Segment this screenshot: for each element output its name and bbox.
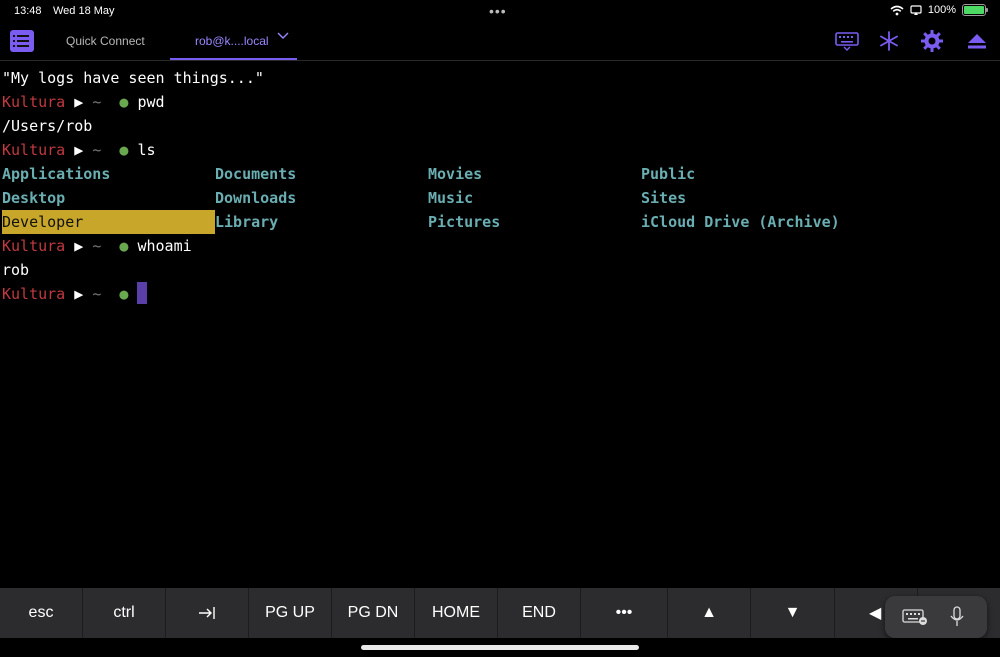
output-line: /Users/rob [2, 117, 93, 135]
directory-entry: Library [215, 213, 279, 231]
ls-output-row: Developer Library Pictures iCloud Drive … [2, 210, 854, 234]
home-label: HOME [432, 604, 480, 621]
directory-entry: Sites [641, 189, 687, 207]
prompt-host: Kultura [2, 285, 66, 303]
prompt-host: Kultura [2, 237, 66, 255]
end-label: END [522, 604, 556, 621]
tab-session-label: rob@k....local [195, 34, 269, 48]
eject-icon[interactable] [964, 29, 990, 53]
chevron-down-icon[interactable] [277, 31, 289, 43]
prompt-arrow-icon: ▶ [74, 93, 84, 111]
tab-icon [199, 607, 215, 619]
directory-entry: Downloads [215, 189, 297, 207]
output-line: rob [2, 261, 30, 279]
page-down-key[interactable]: PG DN [332, 588, 415, 638]
arrow-down-key[interactable]: ▼ [751, 588, 835, 638]
asterisk-icon[interactable] [876, 29, 902, 53]
microphone-icon[interactable] [949, 606, 965, 628]
tab-key[interactable] [166, 588, 249, 638]
command-text: whoami [137, 237, 192, 255]
directory-entry: Public [641, 165, 696, 183]
status-time: 13:48 [14, 5, 42, 17]
page-down-label: PG DN [347, 604, 399, 621]
home-indicator[interactable] [361, 645, 639, 650]
keyboard-shortcut-popover [885, 596, 987, 638]
more-keys-button[interactable]: ••• [581, 588, 668, 638]
keyboard-dismiss-icon[interactable] [902, 608, 928, 626]
text-cursor [137, 282, 148, 304]
prompt-host: Kultura [2, 141, 66, 159]
multitasking-dots-icon[interactable]: ••• [489, 3, 507, 19]
terminal-view[interactable]: "My logs have seen things..." Kultura ▶ … [2, 66, 854, 306]
top-toolbar: Quick Connect rob@k....local [0, 22, 1000, 61]
prompt-line: Kultura ▶ ~ ● pwd [2, 90, 854, 114]
status-bar: 13:48 Wed 18 May ••• 100% [0, 0, 1000, 22]
directory-entry: Desktop [2, 189, 66, 207]
prompt-host: Kultura [2, 93, 66, 111]
end-key[interactable]: END [498, 588, 581, 638]
prompt-dot-icon: ● [119, 285, 129, 303]
keyboard-icon[interactable] [834, 29, 860, 53]
prompt-line: Kultura ▶ ~ ● whoami [2, 234, 854, 258]
prompt-path: ~ [92, 285, 102, 303]
ls-output-row: Applications Documents Movies Public [2, 162, 854, 186]
directory-entry: Pictures [428, 213, 501, 231]
page-up-label: PG UP [265, 604, 315, 621]
wifi-icon [890, 5, 904, 15]
arrow-up-key[interactable]: ▲ [668, 588, 751, 638]
status-right: 100% [890, 4, 988, 16]
directory-entry: Music [428, 189, 474, 207]
battery-percent: 100% [927, 4, 956, 16]
prompt-path: ~ [92, 141, 102, 159]
command-text: pwd [137, 93, 165, 111]
battery-icon [962, 4, 988, 16]
battery-fill [964, 6, 984, 14]
screen-mirroring-icon [910, 4, 922, 15]
prompt-path: ~ [92, 93, 102, 111]
directory-entry: Applications [2, 165, 111, 183]
active-prompt-line[interactable]: Kultura ▶ ~ ● [2, 282, 854, 306]
status-date: Wed 18 May [53, 5, 115, 17]
directory-entry-label: Developer [2, 210, 215, 234]
command-text: ls [137, 141, 156, 159]
page-up-key[interactable]: PG UP [249, 588, 332, 638]
directory-entry: Documents [215, 165, 297, 183]
motd-line: "My logs have seen things..." [2, 69, 264, 87]
gear-icon[interactable] [919, 29, 945, 53]
extra-keys-bar: esc ctrl PG UP PG DN HOME END ••• ▲ ▼ ◀ [0, 588, 1000, 638]
directory-entry: iCloud Drive (Archive) [641, 213, 840, 231]
prompt-line: Kultura ▶ ~ ● ls [2, 138, 854, 162]
menu-icon[interactable] [10, 30, 34, 52]
directory-entry: Movies [428, 165, 483, 183]
prompt-path: ~ [92, 237, 102, 255]
prompt-dot-icon: ● [119, 141, 129, 159]
prompt-dot-icon: ● [119, 237, 129, 255]
ctrl-key[interactable]: ctrl [83, 588, 166, 638]
prompt-arrow-icon: ▶ [74, 285, 84, 303]
esc-key[interactable]: esc [0, 588, 83, 638]
home-key[interactable]: HOME [415, 588, 498, 638]
prompt-arrow-icon: ▶ [74, 141, 84, 159]
prompt-dot-icon: ● [119, 93, 129, 111]
tab-quick-connect[interactable]: Quick Connect [66, 34, 145, 48]
prompt-arrow-icon: ▶ [74, 237, 84, 255]
directory-entry-highlighted: Developer [2, 210, 215, 234]
tab-session[interactable]: rob@k....local [170, 22, 297, 60]
ls-output-row: Desktop Downloads Music Sites [2, 186, 854, 210]
